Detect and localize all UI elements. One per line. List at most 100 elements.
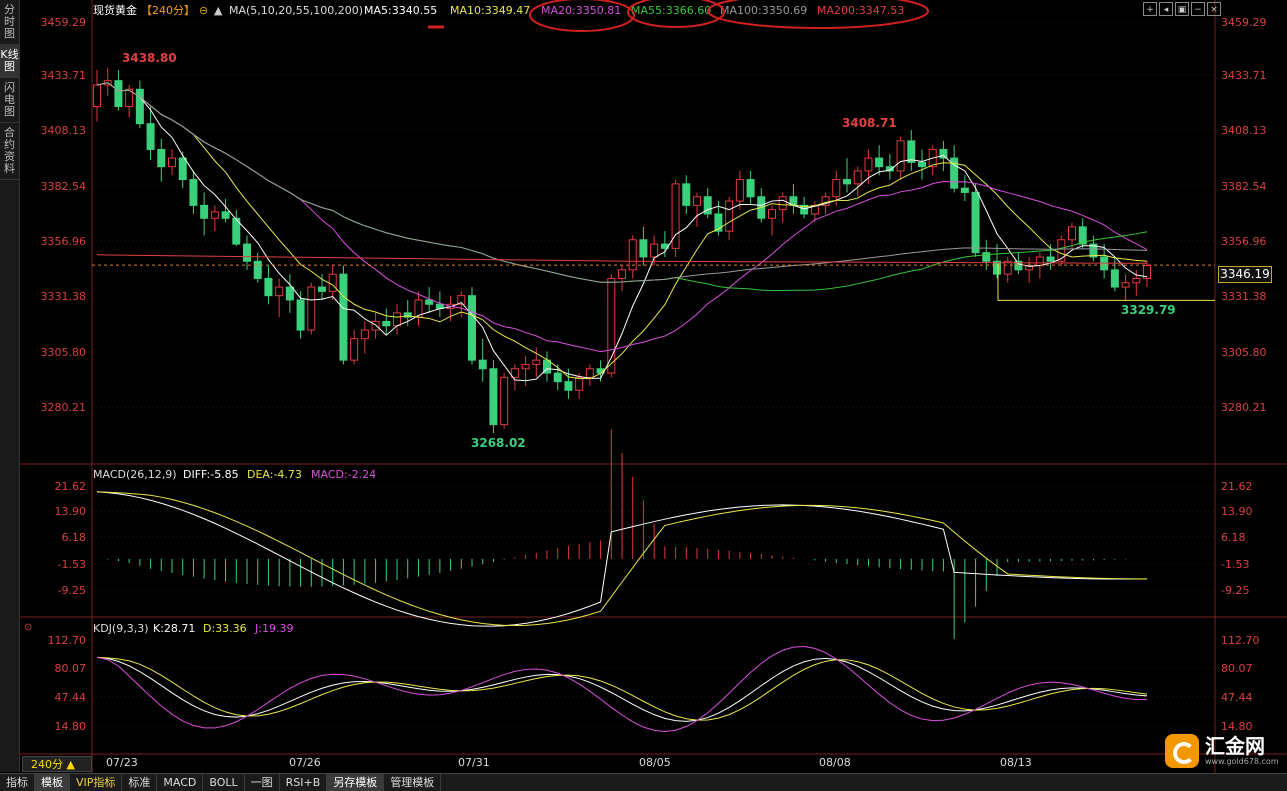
candle-body (307, 286, 316, 331)
price-tick-right: 3433.71 (1221, 69, 1267, 82)
candle-body (907, 140, 916, 163)
price-tick-left: 3331.38 (41, 290, 87, 303)
high-label: 3438.80 (122, 51, 177, 65)
tab-macd[interactable]: MACD (157, 774, 204, 791)
candle-body (114, 80, 123, 107)
kdj-tick-right: 112.70 (1221, 634, 1260, 647)
box-icon[interactable]: ▣ (1175, 2, 1189, 16)
date-label: 08/05 (639, 756, 671, 769)
candle-body (982, 252, 991, 262)
close-icon[interactable]: × (1207, 2, 1221, 16)
candle-body (864, 157, 873, 172)
candle-body (382, 320, 391, 327)
kdj-j-line (96, 645, 1148, 733)
candle-body (778, 196, 787, 211)
macd-tick-left: -9.25 (58, 584, 86, 597)
candle-body (1057, 239, 1066, 262)
logo-icon (1165, 734, 1199, 768)
tab-standard[interactable]: 标准 (122, 774, 158, 791)
price-tick-left: 3459.29 (41, 16, 87, 29)
kdj-tick-left: 112.70 (48, 634, 87, 647)
candle-body (500, 376, 509, 426)
tab-rsi-b[interactable]: RSI+B (280, 774, 328, 791)
candle-body (1046, 256, 1055, 262)
logo-name: 汇金网 (1205, 734, 1265, 758)
price-tick-right: 3459.29 (1221, 16, 1267, 29)
candle-body (1035, 256, 1044, 267)
kdj-tick-left: 80.07 (55, 662, 87, 675)
price-tick-left: 3280.21 (41, 401, 87, 414)
current-price-tag: 3346.19 (1218, 266, 1272, 283)
candle-body (1121, 282, 1130, 288)
price-tick-left: 3356.96 (41, 235, 87, 248)
candle-body (210, 211, 219, 219)
candle-body (168, 157, 176, 168)
candle-body (393, 312, 401, 327)
period-selector[interactable]: 240分 ▲ (22, 756, 92, 772)
candle-body (93, 84, 101, 107)
candle-body (178, 157, 187, 181)
candle-body (918, 161, 926, 168)
kline-chart[interactable]: 3459.29 3459.29 3433.71 3433.71 3408.13 3408.… (0, 0, 1287, 790)
macd-tick-right: 13.90 (1221, 505, 1253, 518)
candle-body (1132, 277, 1141, 284)
kdj-settings-icon: ⊙ (24, 622, 32, 633)
candle-body (328, 273, 337, 292)
left-icon[interactable]: ◂ (1159, 2, 1173, 16)
candle-body (189, 179, 198, 206)
price-tick-right: 3408.13 (1221, 124, 1267, 137)
ma-value-0: MA5:3340.55 (364, 4, 437, 17)
plus-icon[interactable]: + (1143, 2, 1157, 16)
candle-body (425, 299, 434, 305)
candle-body (768, 209, 776, 219)
kdj-tick-right: 80.07 (1221, 662, 1253, 675)
candle-body (275, 286, 284, 297)
candle-body (489, 368, 498, 426)
candle-body (639, 239, 648, 258)
tab-single-chart[interactable]: 一图 (245, 774, 280, 791)
tab-vip-indicators[interactable]: VIP指标 (70, 774, 123, 791)
low-label: 3268.02 (471, 436, 526, 450)
candle-body (478, 359, 487, 370)
tab-manage-template[interactable]: 管理模板 (384, 774, 442, 791)
price-tick-right: 3331.38 (1221, 290, 1267, 303)
price-tick-left: 3382.54 (41, 180, 87, 193)
candle-body (682, 183, 691, 206)
candle-body (607, 277, 616, 374)
gold678-logo: 汇金网 www.gold678.com (1165, 731, 1285, 771)
ma-icon: ▲ (214, 4, 223, 17)
candle-body (521, 363, 530, 370)
candle-body (296, 299, 305, 331)
tab-indicators[interactable]: 指标 (0, 774, 35, 791)
macd-dea: DEA:-4.73 (247, 468, 302, 481)
logo-url: www.gold678.com (1205, 757, 1279, 766)
date-label: 07/31 (458, 756, 490, 769)
macd-tick-right: -9.25 (1221, 584, 1249, 597)
minus-icon[interactable]: − (1191, 2, 1205, 16)
candle-body (371, 320, 380, 331)
candle-body (264, 277, 273, 297)
macd-tick-right: 6.18 (1221, 531, 1246, 544)
kdj-k: K:28.71 (153, 622, 195, 635)
tab-save-template[interactable]: 另存模板 (327, 774, 385, 791)
macd-title: MACD(26,12,9) (93, 468, 177, 481)
macd-tick-left: -1.53 (58, 558, 86, 571)
recent-low-label: 3329.79 (1121, 303, 1176, 317)
price-tick-right: 3280.21 (1221, 401, 1267, 414)
candle-body (939, 148, 948, 159)
macd-tick-left: 13.90 (55, 505, 87, 518)
date-label: 08/13 (1000, 756, 1032, 769)
candle-body (318, 286, 326, 292)
price-tick-right: 3356.96 (1221, 235, 1267, 248)
candle-body (693, 196, 701, 206)
tab-template[interactable]: 模板 (35, 774, 70, 791)
ma-value-2: MA20:3350.81 (541, 4, 621, 17)
price-tick-right: 3305.80 (1221, 346, 1267, 359)
price-tick-left: 3305.80 (41, 346, 87, 359)
date-label: 07/23 (106, 756, 138, 769)
candle-body (135, 88, 144, 125)
bottom-tab-bar: 指标 模板 VIP指标 标准 MACD BOLL 一图 RSI+B 另存模板 管… (0, 773, 1287, 791)
price-tick-right: 3382.54 (1221, 180, 1267, 193)
kdj-tick-left: 47.44 (55, 691, 87, 704)
tab-boll[interactable]: BOLL (203, 774, 245, 791)
